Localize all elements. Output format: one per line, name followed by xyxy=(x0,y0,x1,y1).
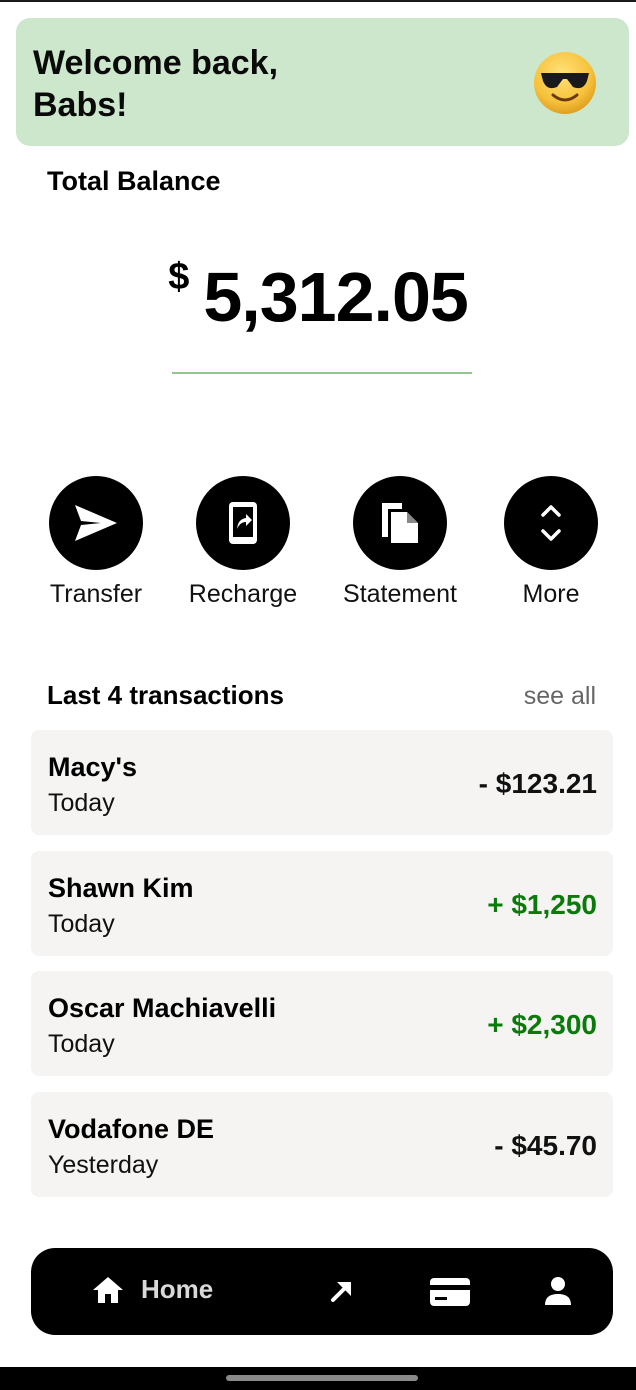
more-label: More xyxy=(522,580,580,608)
transaction-amount: + $1,250 xyxy=(487,889,597,920)
statement-label: Statement xyxy=(343,580,457,608)
transfer-label: Transfer xyxy=(49,580,143,608)
arrow-up-right-icon[interactable] xyxy=(329,1278,355,1304)
currency-symbol: $ xyxy=(168,256,190,298)
balance-divider xyxy=(172,372,472,374)
transfer-button[interactable]: Transfer xyxy=(21,476,171,609)
profile-icon[interactable] xyxy=(543,1276,573,1306)
more-button[interactable]: More xyxy=(476,476,626,609)
transactions-title: Last 4 transactions xyxy=(47,680,284,710)
see-all-link[interactable]: see all xyxy=(524,682,596,711)
home-indicator[interactable] xyxy=(226,1375,418,1381)
recharge-button[interactable]: Recharge xyxy=(168,476,318,609)
home-icon xyxy=(93,1276,123,1303)
transaction-row[interactable]: Shawn Kim Today + $1,250 xyxy=(31,851,613,956)
nav-home-button[interactable]: Home xyxy=(91,1274,213,1305)
transaction-name: Macy's xyxy=(48,752,137,782)
statement-button[interactable]: Statement xyxy=(325,476,475,609)
balance-display: $5,312.05 xyxy=(0,252,636,342)
documents-icon xyxy=(353,476,447,570)
recharge-phone-icon xyxy=(196,476,290,570)
sunglasses-smiley-icon xyxy=(534,52,596,114)
recharge-label: Recharge xyxy=(188,580,298,608)
nav-home-label: Home xyxy=(141,1274,214,1304)
transaction-amount: - $123.21 xyxy=(478,768,597,799)
send-icon xyxy=(49,476,143,570)
transaction-date: Today xyxy=(48,1030,115,1058)
transaction-row[interactable]: Macy's Today - $123.21 xyxy=(31,730,613,835)
transaction-amount: - $45.70 xyxy=(494,1130,597,1161)
transaction-row[interactable]: Oscar Machiavelli Today + $2,300 xyxy=(31,971,613,1076)
welcome-message: Welcome back, Babs! xyxy=(33,44,279,124)
bottom-navigation: Home xyxy=(31,1248,613,1335)
transaction-date: Yesterday xyxy=(48,1151,159,1179)
credit-card-icon[interactable] xyxy=(429,1277,471,1307)
status-bar-edge xyxy=(0,0,636,2)
transaction-row[interactable]: Vodafone DE Yesterday - $45.70 xyxy=(31,1092,613,1197)
expand-more-icon xyxy=(504,476,598,570)
balance-amount: 5,312.05 xyxy=(203,258,468,336)
transaction-name: Vodafone DE xyxy=(48,1114,215,1144)
transaction-name: Shawn Kim xyxy=(48,873,194,903)
transaction-amount: + $2,300 xyxy=(487,1009,597,1040)
welcome-card: Welcome back, Babs! xyxy=(16,18,629,146)
transaction-date: Today xyxy=(48,910,115,938)
transaction-name: Oscar Machiavelli xyxy=(48,993,277,1023)
system-navigation-bar xyxy=(0,1367,636,1390)
transaction-date: Today xyxy=(48,789,115,817)
total-balance-label: Total Balance xyxy=(47,166,221,196)
